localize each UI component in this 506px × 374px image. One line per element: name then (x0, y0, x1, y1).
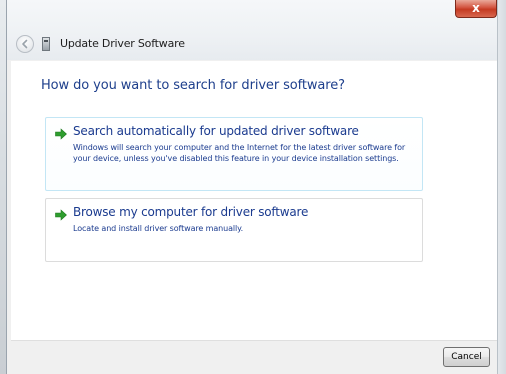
option-title: Search automatically for updated driver … (73, 124, 359, 138)
dialog-footer: Cancel (11, 340, 498, 374)
browse-computer-option[interactable]: Browse my computer for driver software L… (45, 198, 423, 262)
search-automatically-option[interactable]: Search automatically for updated driver … (45, 117, 423, 191)
screen: Update Driver Software x How do you want… (0, 0, 506, 374)
green-arrow-icon (55, 209, 67, 221)
green-arrow-icon (55, 128, 67, 140)
window-title: Update Driver Software (60, 37, 185, 50)
cancel-button[interactable]: Cancel (443, 347, 490, 367)
update-driver-dialog: Update Driver Software x How do you want… (6, 0, 506, 374)
back-button[interactable] (16, 35, 34, 53)
title-bar: Update Driver Software x (7, 0, 506, 60)
option-description: Locate and install driver software manua… (73, 224, 244, 233)
close-button[interactable]: x (455, 0, 497, 18)
option-title: Browse my computer for driver software (73, 205, 309, 219)
back-arrow-icon (22, 39, 28, 49)
window-frame-right (497, 0, 506, 374)
option-description: Windows will search your computer and th… (73, 143, 406, 163)
device-icon (42, 37, 50, 51)
page-heading: How do you want to search for driver sof… (41, 78, 345, 93)
content-area: How do you want to search for driver sof… (11, 61, 498, 340)
